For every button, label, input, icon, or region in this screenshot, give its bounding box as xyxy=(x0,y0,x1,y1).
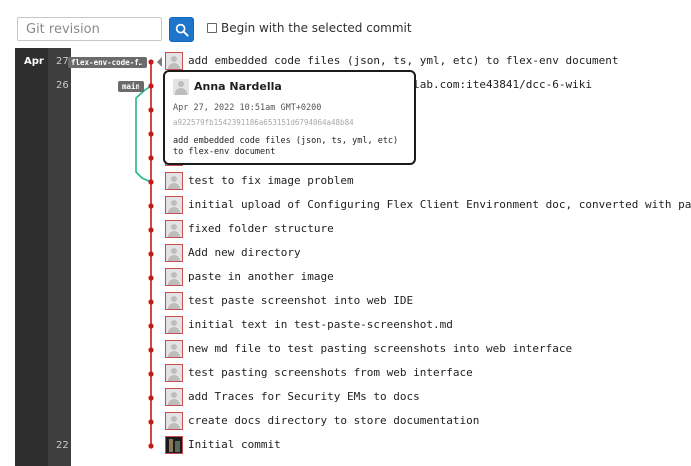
commit-dot[interactable] xyxy=(148,227,154,233)
begin-with-selected-checkbox[interactable] xyxy=(207,23,217,33)
commit-message[interactable]: fixed folder structure xyxy=(188,222,334,236)
commit-dot[interactable] xyxy=(148,155,154,161)
branch-ref-pointer xyxy=(142,57,146,67)
day-label: 26 xyxy=(56,80,69,91)
day-column xyxy=(48,48,71,466)
commit-dot[interactable] xyxy=(148,419,154,425)
commit-author-avatar[interactable] xyxy=(165,388,183,406)
commit-message[interactable]: add Traces for Security EMs to docs xyxy=(188,390,420,404)
commit-message[interactable]: add embedded code files (json, ts, yml, … xyxy=(188,54,618,68)
merged-branch-line xyxy=(135,85,152,183)
commit-message[interactable]: new md file to test pasting screenshots … xyxy=(188,342,572,356)
begin-with-selected-label[interactable]: Begin with the selected commit xyxy=(221,21,412,35)
commit-tooltip: Anna Nardella Apr 27, 2022 10:51am GMT+0… xyxy=(163,70,416,165)
commit-dot[interactable] xyxy=(148,203,154,209)
commit-author-avatar[interactable] xyxy=(165,268,183,286)
commit-dot[interactable] xyxy=(148,131,154,137)
month-column xyxy=(15,48,48,466)
day-label: 27 xyxy=(56,56,69,67)
commit-message[interactable]: test pasting screenshots from web interf… xyxy=(188,366,473,380)
commit-dot[interactable] xyxy=(148,59,154,65)
tooltip-sha[interactable]: a922579fb1542391186a653151d6794064a48b84 xyxy=(173,118,354,127)
commit-dot[interactable] xyxy=(148,251,154,257)
commit-dot[interactable] xyxy=(148,395,154,401)
commit-dot[interactable] xyxy=(148,371,154,377)
commit-author-avatar[interactable] xyxy=(165,292,183,310)
commit-message[interactable]: test to fix image problem xyxy=(188,174,354,188)
commit-message[interactable]: initial upload of Configuring Flex Clien… xyxy=(188,198,691,212)
month-label: Apr xyxy=(24,56,44,67)
commit-author-avatar[interactable] xyxy=(165,316,183,334)
commit-author-avatar[interactable] xyxy=(165,364,183,382)
commit-dot[interactable] xyxy=(148,179,154,185)
commit-message[interactable]: paste in another image xyxy=(188,270,334,284)
commit-author-avatar[interactable] xyxy=(165,196,183,214)
commit-author-avatar[interactable] xyxy=(165,436,183,454)
search-icon xyxy=(175,23,189,37)
tooltip-date: Apr 27, 2022 10:51am GMT+0200 xyxy=(173,103,322,113)
tooltip-message: add embedded code files (json, ts, yml, … xyxy=(173,136,399,157)
commit-dot[interactable] xyxy=(148,107,154,113)
commit-message[interactable]: create docs directory to store documenta… xyxy=(188,414,479,428)
selected-commit-marker xyxy=(157,57,162,67)
commit-message[interactable]: test paste screenshot into web IDE xyxy=(188,294,413,308)
main-ref-pointer xyxy=(139,81,143,91)
git-revision-input[interactable] xyxy=(17,17,162,41)
commit-message[interactable]: Add new directory xyxy=(188,246,301,260)
branch-ref-label[interactable]: flex-env-code-f… xyxy=(68,57,147,68)
commit-dot[interactable] xyxy=(148,275,154,281)
author-avatar xyxy=(173,79,189,95)
commit-dot[interactable] xyxy=(148,83,154,89)
commit-dot[interactable] xyxy=(148,347,154,353)
commit-dot[interactable] xyxy=(148,323,154,329)
commit-author-avatar[interactable] xyxy=(165,220,183,238)
search-button[interactable] xyxy=(169,17,194,42)
commit-message[interactable]: Initial commit xyxy=(188,438,281,452)
toolbar: Begin with the selected commit xyxy=(0,0,691,45)
commit-dot[interactable] xyxy=(148,299,154,305)
tooltip-author: Anna Nardella xyxy=(194,80,282,93)
day-label: 22 xyxy=(56,440,69,451)
commit-author-avatar[interactable] xyxy=(165,52,183,70)
commit-message[interactable]: initial text in test-paste-screenshot.md xyxy=(188,318,453,332)
commit-author-avatar[interactable] xyxy=(165,244,183,262)
commit-author-avatar[interactable] xyxy=(165,172,183,190)
commit-dot[interactable] xyxy=(148,443,154,449)
commit-author-avatar[interactable] xyxy=(165,340,183,358)
commit-author-avatar[interactable] xyxy=(165,412,183,430)
